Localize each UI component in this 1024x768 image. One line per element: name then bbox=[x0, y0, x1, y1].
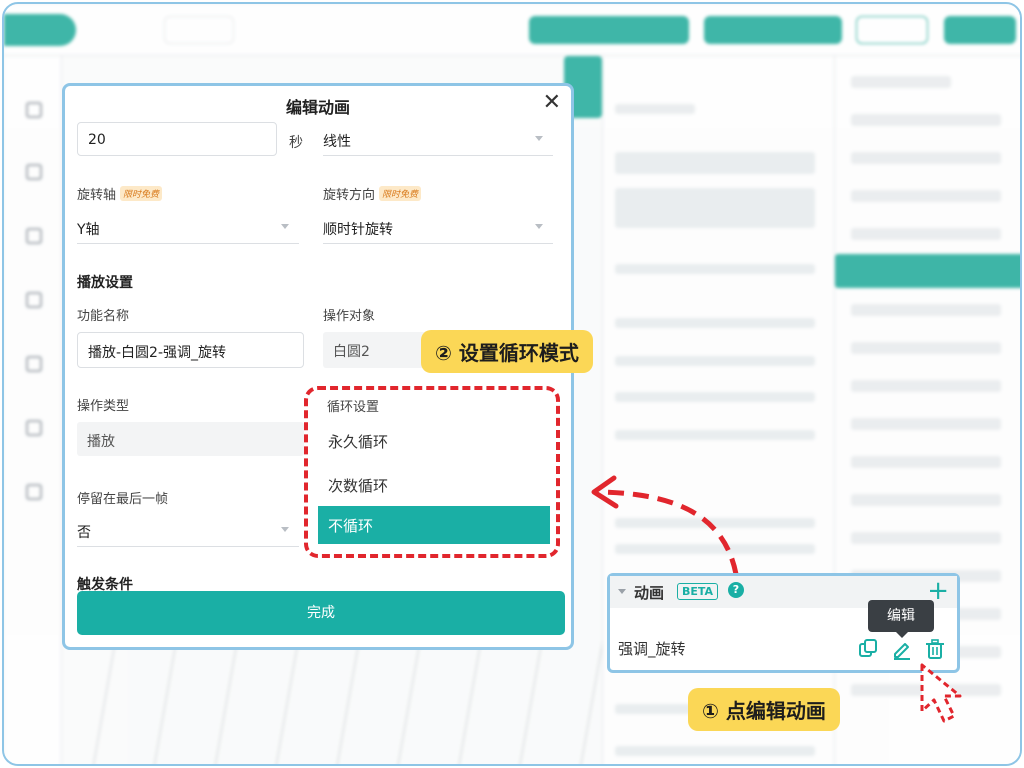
bg-tool-icon bbox=[26, 356, 42, 372]
bg-row bbox=[851, 114, 1001, 126]
func-name-input[interactable]: 播放-白圆2-强调_旋转 bbox=[77, 332, 304, 368]
bg-top-bar bbox=[4, 4, 1020, 56]
bg-tool-icon bbox=[26, 228, 42, 244]
free-badge: 限时免费 bbox=[120, 186, 163, 201]
cursor-icon bbox=[920, 663, 962, 723]
bg-row bbox=[615, 356, 815, 366]
bg-row bbox=[851, 456, 1001, 468]
annotation-arrow bbox=[591, 475, 739, 575]
chevron-down-icon bbox=[535, 136, 543, 141]
stay-last-frame-value: 否 bbox=[77, 525, 91, 541]
chevron-down-icon bbox=[281, 527, 289, 532]
bg-save-button bbox=[856, 16, 928, 44]
bg-left-toolbar bbox=[4, 56, 62, 764]
op-type-label: 操作类型 bbox=[77, 399, 130, 414]
step1-callout: ① 点编辑动画 bbox=[688, 688, 840, 731]
bg-row bbox=[615, 152, 815, 174]
bg-row bbox=[851, 494, 1001, 506]
edit-tooltip: 编辑 bbox=[868, 600, 934, 638]
free-badge: 限时免费 bbox=[379, 186, 422, 201]
bg-row bbox=[851, 190, 1001, 202]
func-name-label: 功能名称 bbox=[77, 309, 130, 324]
duration-input[interactable]: 20 bbox=[77, 122, 277, 156]
rotation-dir-value: 顺时针旋转 bbox=[323, 222, 393, 238]
bg-tool-icon bbox=[26, 292, 42, 308]
rotation-axis-select[interactable]: Y轴 bbox=[77, 210, 299, 244]
bg-generate-button bbox=[529, 16, 689, 44]
bg-row bbox=[615, 430, 815, 440]
bg-row bbox=[851, 342, 1001, 354]
done-button[interactable]: 完成 bbox=[77, 591, 565, 635]
rotation-axis-value: Y轴 bbox=[77, 222, 100, 238]
bg-row bbox=[851, 418, 1001, 430]
chevron-down-icon bbox=[535, 224, 543, 229]
easing-value: 线性 bbox=[323, 134, 351, 150]
bg-project-select bbox=[164, 16, 234, 44]
rotation-dir-label-text: 旋转方向 bbox=[323, 188, 376, 203]
bg-row bbox=[615, 392, 815, 402]
chevron-down-icon[interactable] bbox=[618, 589, 626, 594]
bg-tool-icon bbox=[26, 164, 42, 180]
bg-row-selected bbox=[835, 254, 1020, 288]
animation-item-name[interactable]: 强调_旋转 bbox=[618, 638, 686, 659]
bg-row bbox=[615, 264, 815, 274]
bg-tool-icon bbox=[26, 102, 42, 118]
target-label: 操作对象 bbox=[323, 309, 376, 324]
bg-share-button bbox=[944, 16, 1016, 44]
rotation-dir-label: 旋转方向 限时免费 bbox=[323, 184, 422, 203]
loop-highlight-box bbox=[304, 386, 560, 558]
rotation-axis-label: 旋转轴 限时免费 bbox=[77, 184, 163, 203]
help-icon[interactable]: ? bbox=[728, 582, 744, 598]
bg-row bbox=[851, 532, 1001, 544]
chevron-down-icon bbox=[281, 224, 289, 229]
step2-callout: ② 设置循环模式 bbox=[421, 330, 593, 373]
stay-last-frame-select[interactable]: 否 bbox=[77, 513, 299, 547]
bg-tool-icon bbox=[26, 420, 42, 436]
beta-badge: BETA bbox=[677, 583, 719, 600]
rotation-dir-select[interactable]: 顺时针旋转 bbox=[323, 210, 553, 244]
copy-icon[interactable] bbox=[857, 638, 879, 660]
play-settings-heading: 播放设置 bbox=[77, 275, 133, 291]
bg-row bbox=[851, 304, 1001, 316]
bg-row bbox=[851, 152, 1001, 164]
bg-tool-icon bbox=[26, 484, 42, 500]
op-type-value: 播放 bbox=[77, 422, 304, 456]
bg-row bbox=[851, 76, 951, 88]
rotation-axis-label-text: 旋转轴 bbox=[77, 188, 117, 203]
bg-row bbox=[615, 188, 815, 228]
delete-icon[interactable] bbox=[924, 638, 946, 660]
bg-publish-button bbox=[704, 16, 842, 44]
bg-row bbox=[851, 380, 1001, 392]
bg-row bbox=[615, 318, 815, 328]
arrow-path bbox=[601, 489, 739, 575]
stay-last-frame-label: 停留在最后一帧 bbox=[77, 492, 169, 507]
close-icon[interactable]: ✕ bbox=[543, 92, 561, 114]
animation-title: 动画 bbox=[634, 584, 665, 602]
bg-row bbox=[615, 746, 815, 756]
duration-unit: 秒 bbox=[289, 135, 303, 151]
easing-select[interactable]: 线性 bbox=[323, 122, 553, 156]
bg-row bbox=[615, 104, 695, 114]
bg-row bbox=[851, 228, 1001, 240]
edit-icon[interactable] bbox=[891, 638, 913, 660]
screenshot-frame: 编辑动画 ✕ 20 秒 线性 旋转轴 限时免费 Y轴 旋转方向 限时免费 顺时针旋转… bbox=[2, 2, 1022, 766]
dialog-title: 编辑动画 bbox=[285, 98, 350, 117]
bg-logo bbox=[4, 14, 76, 46]
